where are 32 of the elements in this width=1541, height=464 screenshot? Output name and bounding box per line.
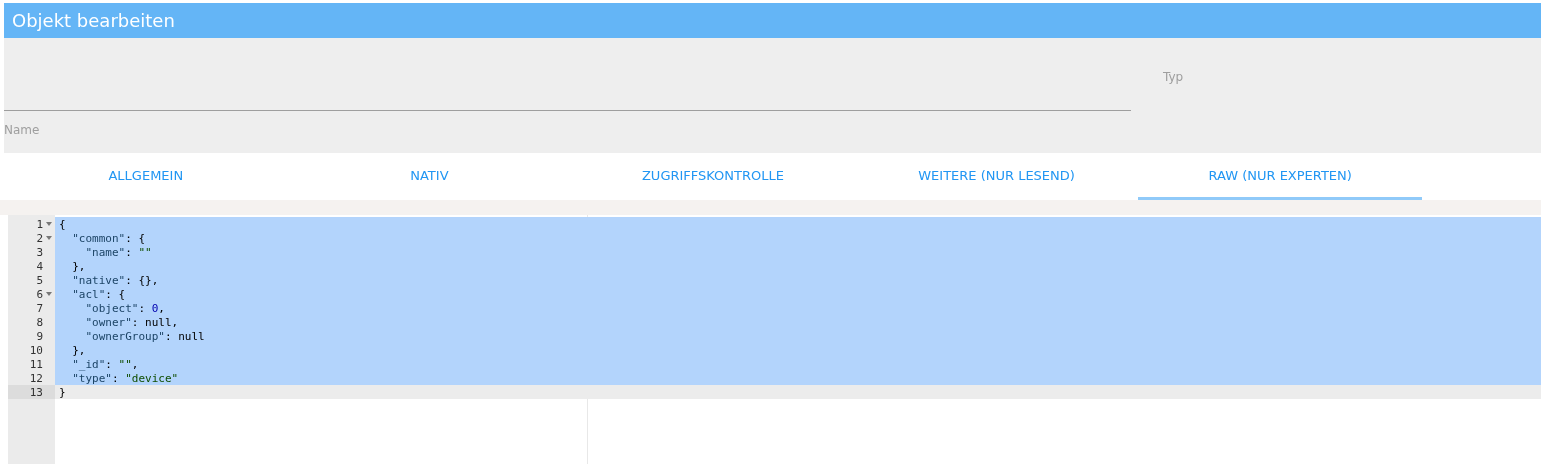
line-number: 8: [36, 315, 43, 329]
line-number: 6: [36, 287, 43, 301]
code-line: "name": "": [84, 245, 152, 259]
line-number: 5: [36, 273, 43, 287]
name-label: Name: [4, 123, 41, 137]
code-line: "acl": {: [71, 287, 126, 301]
type-label: Typ: [1163, 70, 1184, 84]
dialog-title: Objekt bearbeiten: [4, 3, 1541, 38]
code-line: "native": {},: [71, 273, 159, 287]
code-line: "_id": "",: [71, 357, 139, 371]
line-number: 3: [36, 245, 43, 259]
line-number: 2: [36, 231, 43, 245]
line-number: 10: [29, 343, 43, 357]
code-line: "object": 0,: [84, 301, 165, 315]
fold-arrow-icon[interactable]: [46, 222, 52, 226]
code-line: },: [71, 259, 86, 273]
line-number: 1: [36, 217, 43, 231]
line-number: 13: [29, 385, 43, 399]
fold-arrow-icon[interactable]: [46, 236, 52, 240]
code-line: "common": {: [71, 231, 146, 245]
line-number: 12: [29, 371, 43, 385]
line-number: 11: [29, 357, 43, 371]
code-line: "type": "device": [71, 371, 179, 385]
line-number: 4: [36, 259, 43, 273]
code-line: },: [71, 343, 86, 357]
code-line: }: [58, 385, 66, 399]
line-number: 9: [36, 329, 43, 343]
code-line: "owner": null,: [84, 315, 179, 329]
code-line: "ownerGroup": null: [84, 329, 205, 343]
code-line: {: [58, 217, 66, 231]
line-number: 7: [36, 301, 43, 315]
fold-arrow-icon[interactable]: [46, 292, 52, 296]
